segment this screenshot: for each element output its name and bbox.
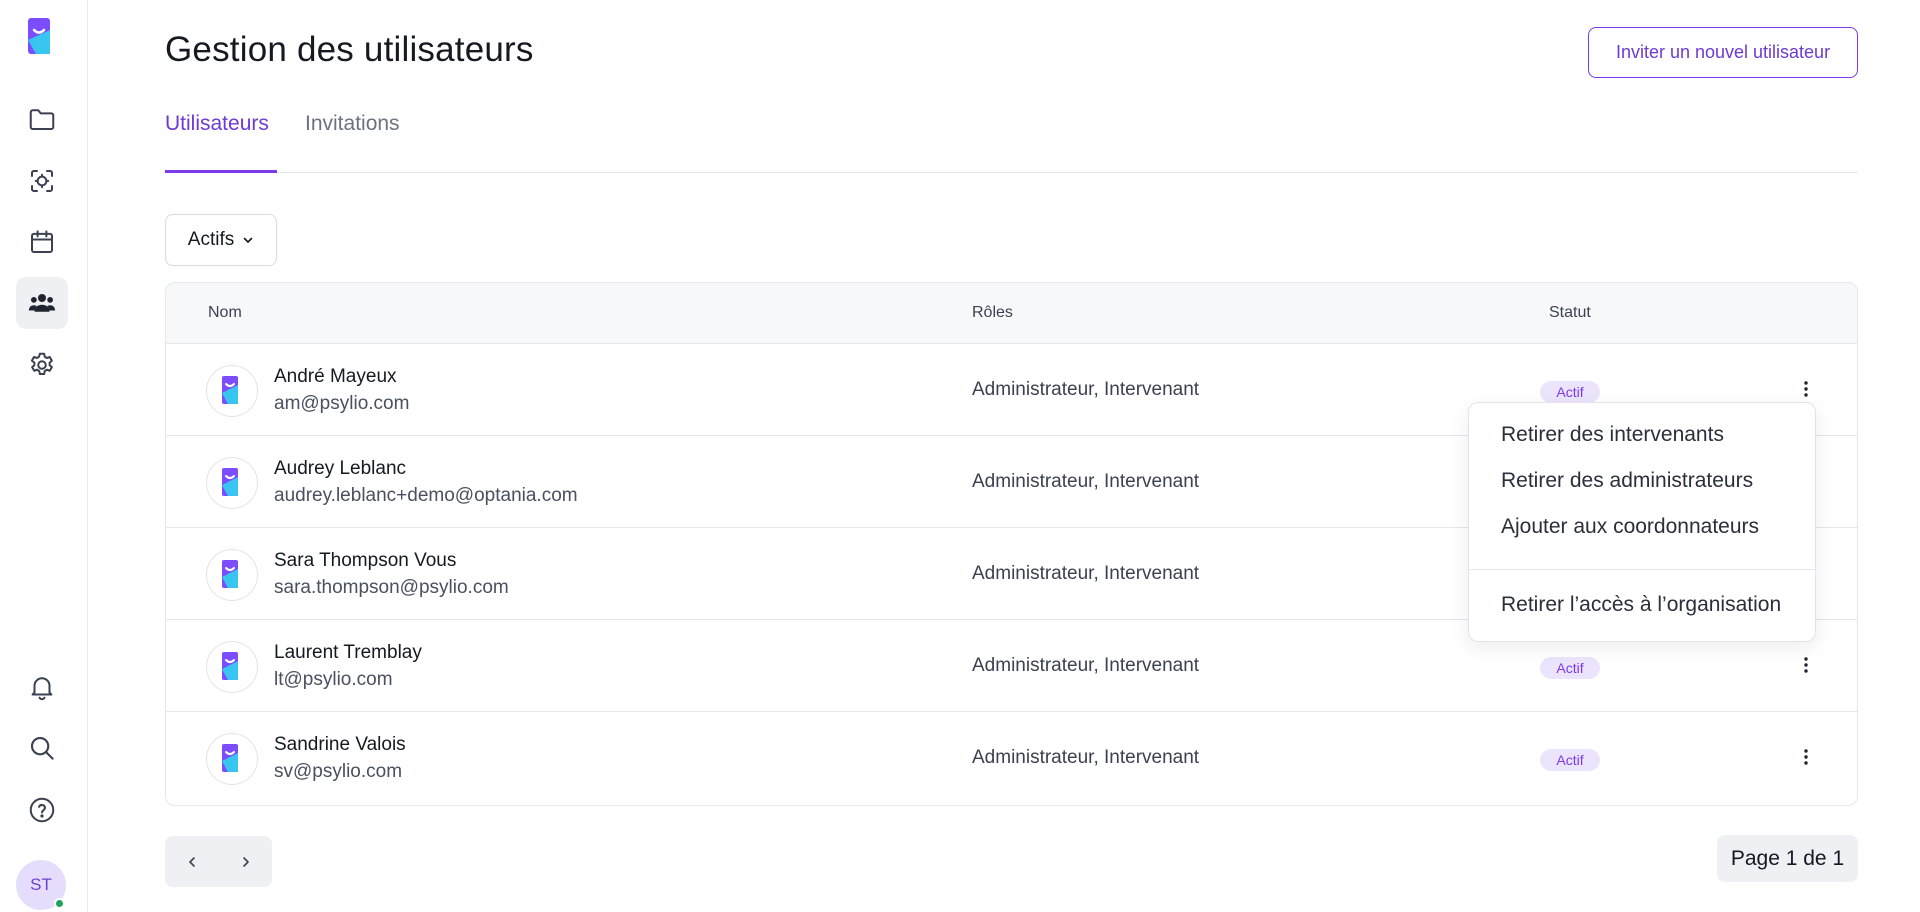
chevron-down-icon	[243, 237, 253, 243]
pagination-controls	[165, 836, 272, 887]
folder-icon	[29, 109, 55, 130]
calendar-icon	[31, 230, 53, 253]
app-logo[interactable]	[26, 16, 58, 60]
status-filter-label: Actifs	[187, 229, 235, 250]
column-header-status[interactable]: Statut	[1549, 304, 1591, 322]
column-header-roles[interactable]: Rôles	[972, 304, 1013, 322]
more-vertical-icon	[1804, 657, 1808, 673]
more-vertical-icon	[1804, 381, 1808, 397]
row-actions-button[interactable]	[1796, 745, 1816, 769]
user-avatar	[206, 733, 258, 785]
face-scan-icon	[31, 170, 53, 192]
column-header-name[interactable]: Nom	[208, 304, 242, 322]
user-email: lt@psylio.com	[274, 669, 393, 690]
user-name: Sandrine Valois	[274, 734, 406, 755]
psylio-logo-icon	[222, 560, 238, 588]
user-email: sara.thompson@psylio.com	[274, 577, 509, 598]
chevron-left-icon	[188, 856, 195, 867]
chevron-right-icon	[242, 856, 249, 867]
menu-item-add-coordinators[interactable]: Ajouter aux coordonnateurs	[1501, 515, 1759, 539]
tabs: Utilisateurs Invitations	[165, 108, 1858, 173]
user-avatar	[206, 641, 258, 693]
sidebar-item-settings[interactable]	[16, 339, 68, 391]
menu-item-revoke-org-access[interactable]: Retirer l’accès à l’organisation	[1501, 593, 1781, 617]
psylio-logo-icon	[222, 468, 238, 496]
bell-icon	[31, 677, 53, 701]
row-actions-button[interactable]	[1796, 377, 1816, 401]
tab-users[interactable]: Utilisateurs	[165, 112, 269, 136]
user-roles: Administrateur, Intervenant	[972, 655, 1200, 676]
user-roles: Administrateur, Intervenant	[972, 471, 1200, 492]
psylio-logo-icon	[222, 652, 238, 680]
sidebar-item-search[interactable]	[16, 722, 68, 774]
sidebar-item-face-scan[interactable]	[16, 155, 68, 207]
sidebar: ST	[0, 0, 88, 912]
user-email: audrey.leblanc+demo@optania.com	[274, 485, 578, 506]
app: ST Gestion des utilisateurs Inviter un n…	[0, 0, 1920, 912]
user-avatar	[206, 457, 258, 509]
user-name: Sara Thompson Vous	[274, 550, 457, 571]
status-badge: Actif	[1540, 749, 1600, 771]
tab-invitations[interactable]: Invitations	[305, 112, 400, 136]
user-roles: Administrateur, Intervenant	[972, 379, 1200, 400]
user-name: André Mayeux	[274, 366, 397, 387]
sidebar-item-users[interactable]	[16, 277, 68, 329]
help-icon	[29, 797, 55, 823]
user-avatar	[206, 365, 258, 417]
page-indicator: Page 1 de 1	[1717, 835, 1858, 882]
status-badge: Actif	[1540, 381, 1600, 403]
menu-item-remove-practitioners[interactable]: Retirer des intervenants	[1501, 423, 1724, 447]
page-title: Gestion des utilisateurs	[165, 30, 534, 69]
table-header: Nom Rôles Statut	[166, 283, 1857, 344]
sidebar-item-help[interactable]	[16, 784, 68, 836]
row-actions-button[interactable]	[1796, 653, 1816, 677]
search-icon	[30, 736, 54, 760]
more-vertical-icon	[1804, 749, 1808, 765]
status-badge: Actif	[1540, 657, 1600, 679]
online-status-dot	[54, 898, 65, 909]
sidebar-item-calendar[interactable]	[16, 216, 68, 268]
user-avatar	[206, 549, 258, 601]
status-filter-dropdown[interactable]: Actifs	[165, 214, 277, 266]
menu-divider	[1469, 569, 1815, 570]
user-name: Laurent Tremblay	[274, 642, 422, 663]
user-name: Audrey Leblanc	[274, 458, 407, 479]
user-email: am@psylio.com	[274, 393, 410, 414]
user-email: sv@psylio.com	[274, 761, 403, 782]
sidebar-item-notifications[interactable]	[16, 661, 68, 713]
row-actions-menu: Retirer des intervenants Retirer des adm…	[1468, 402, 1816, 642]
gear-icon	[30, 352, 53, 375]
next-page-button[interactable]	[219, 836, 272, 887]
invite-user-button[interactable]: Inviter un nouvel utilisateur	[1588, 27, 1858, 78]
users-icon	[28, 294, 56, 312]
psylio-logo-icon	[222, 376, 238, 404]
active-tab-indicator	[165, 170, 277, 173]
previous-page-button[interactable]	[165, 836, 218, 887]
menu-item-remove-admins[interactable]: Retirer des administrateurs	[1501, 469, 1753, 493]
table-row[interactable]: Sandrine Valois sv@psylio.com Administrate…	[166, 712, 1857, 804]
psylio-logo-icon	[222, 744, 238, 772]
user-roles: Administrateur, Intervenant	[972, 747, 1200, 768]
user-roles: Administrateur, Intervenant	[972, 563, 1200, 584]
sidebar-item-folders[interactable]	[16, 93, 68, 145]
